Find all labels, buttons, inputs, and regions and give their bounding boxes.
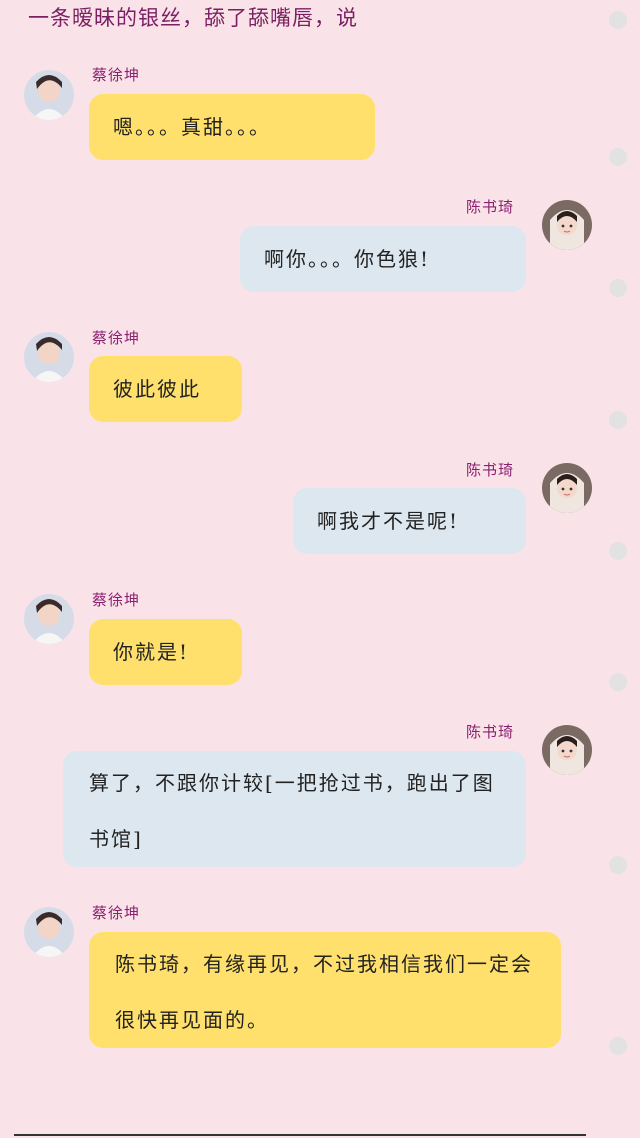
message-bubble[interactable]: 彼此彼此 [89, 356, 242, 422]
avatar[interactable] [24, 332, 74, 382]
male-avatar-icon [24, 907, 74, 957]
avatar[interactable] [542, 463, 592, 513]
female-avatar-icon [542, 200, 592, 250]
scroll-dot-icon [609, 411, 627, 429]
female-avatar-icon [542, 463, 592, 513]
avatar[interactable] [542, 725, 592, 775]
male-avatar-icon [24, 70, 74, 120]
message-bubble[interactable]: 算了，不跟你计较[一把抢过书，跑出了图书馆] [63, 751, 526, 867]
message-bubble[interactable]: 你就是! [89, 619, 242, 685]
avatar[interactable] [24, 594, 74, 644]
sender-name: 蔡徐坤 [92, 904, 141, 922]
message-bubble[interactable]: 啊我才不是呢! [293, 488, 526, 554]
scroll-dot-icon [609, 148, 627, 166]
message-bubble[interactable]: 陈书琦，有缘再见，不过我相信我们一定会很快再见面的。 [89, 932, 561, 1048]
scroll-dot-icon [609, 1037, 627, 1055]
scroll-dot-icon [609, 542, 627, 560]
sender-name: 蔡徐坤 [92, 591, 141, 609]
female-avatar-icon [542, 725, 592, 775]
message-bubble[interactable]: 嗯。。。真甜。。。 [89, 94, 375, 160]
scroll-dot-icon [609, 673, 627, 691]
avatar[interactable] [542, 200, 592, 250]
sender-name: 陈书琦 [466, 723, 515, 741]
male-avatar-icon [24, 594, 74, 644]
sender-name: 陈书琦 [466, 461, 515, 479]
avatar[interactable] [24, 70, 74, 120]
sender-name: 陈书琦 [466, 198, 515, 216]
scroll-dot-icon [609, 11, 627, 29]
scroll-dot-icon [609, 856, 627, 874]
avatar[interactable] [24, 907, 74, 957]
narration-text: 一条暧昧的银丝，舔了舔嘴唇，说 [28, 6, 358, 30]
sender-name: 蔡徐坤 [92, 66, 141, 84]
bottom-divider [14, 1134, 586, 1136]
scroll-dot-icon [609, 279, 627, 297]
male-avatar-icon [24, 332, 74, 382]
sender-name: 蔡徐坤 [92, 329, 141, 347]
message-bubble[interactable]: 啊你。。。你色狼! [240, 226, 526, 292]
